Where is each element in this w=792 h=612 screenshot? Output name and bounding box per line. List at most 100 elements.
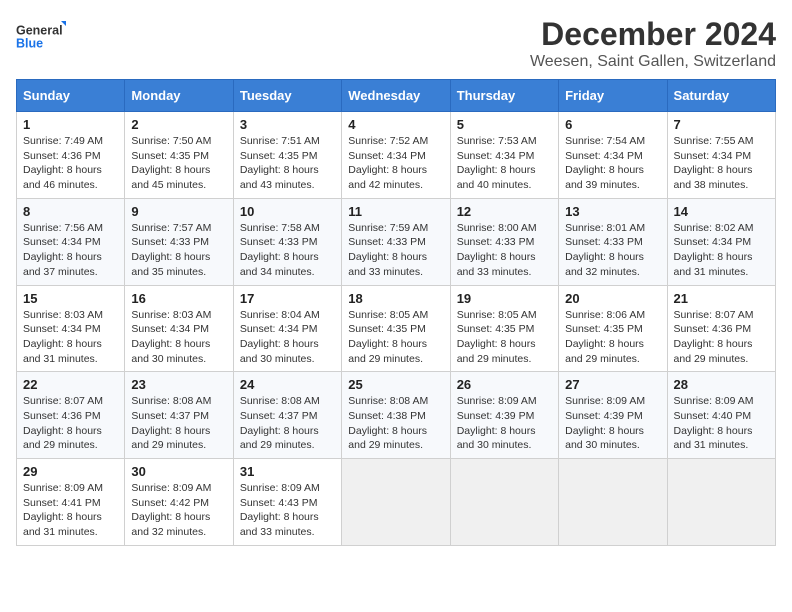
day-info: Sunrise: 7:51 AM Sunset: 4:35 PM Dayligh… [240, 134, 335, 193]
calendar-cell: 5 Sunrise: 7:53 AM Sunset: 4:34 PM Dayli… [450, 112, 558, 199]
day-info: Sunrise: 8:03 AM Sunset: 4:34 PM Dayligh… [131, 308, 226, 367]
day-number: 19 [457, 291, 552, 306]
day-info: Sunrise: 7:53 AM Sunset: 4:34 PM Dayligh… [457, 134, 552, 193]
day-number: 14 [674, 204, 769, 219]
calendar-cell: 21 Sunrise: 8:07 AM Sunset: 4:36 PM Dayl… [667, 285, 775, 372]
calendar-cell: 30 Sunrise: 8:09 AM Sunset: 4:42 PM Dayl… [125, 459, 233, 546]
day-info: Sunrise: 8:09 AM Sunset: 4:42 PM Dayligh… [131, 481, 226, 540]
calendar-cell: 26 Sunrise: 8:09 AM Sunset: 4:39 PM Dayl… [450, 372, 558, 459]
day-number: 2 [131, 117, 226, 132]
day-number: 29 [23, 464, 118, 479]
header: General Blue December 2024 Weesen, Saint… [16, 16, 776, 71]
day-info: Sunrise: 8:03 AM Sunset: 4:34 PM Dayligh… [23, 308, 118, 367]
calendar-cell: 12 Sunrise: 8:00 AM Sunset: 4:33 PM Dayl… [450, 198, 558, 285]
day-number: 7 [674, 117, 769, 132]
calendar-cell: 2 Sunrise: 7:50 AM Sunset: 4:35 PM Dayli… [125, 112, 233, 199]
main-title: December 2024 [530, 16, 776, 53]
day-info: Sunrise: 8:09 AM Sunset: 4:41 PM Dayligh… [23, 481, 118, 540]
day-number: 28 [674, 377, 769, 392]
day-number: 4 [348, 117, 443, 132]
day-info: Sunrise: 7:50 AM Sunset: 4:35 PM Dayligh… [131, 134, 226, 193]
day-info: Sunrise: 8:01 AM Sunset: 4:33 PM Dayligh… [565, 221, 660, 280]
day-number: 25 [348, 377, 443, 392]
svg-text:General: General [16, 23, 63, 37]
calendar-cell: 7 Sunrise: 7:55 AM Sunset: 4:34 PM Dayli… [667, 112, 775, 199]
day-number: 9 [131, 204, 226, 219]
day-header-wednesday: Wednesday [342, 80, 450, 112]
day-info: Sunrise: 8:07 AM Sunset: 4:36 PM Dayligh… [23, 394, 118, 453]
day-number: 11 [348, 204, 443, 219]
day-number: 17 [240, 291, 335, 306]
day-info: Sunrise: 8:09 AM Sunset: 4:39 PM Dayligh… [565, 394, 660, 453]
day-number: 12 [457, 204, 552, 219]
day-number: 3 [240, 117, 335, 132]
day-number: 20 [565, 291, 660, 306]
day-number: 5 [457, 117, 552, 132]
day-number: 13 [565, 204, 660, 219]
subtitle: Weesen, Saint Gallen, Switzerland [530, 53, 776, 71]
calendar-cell: 3 Sunrise: 7:51 AM Sunset: 4:35 PM Dayli… [233, 112, 341, 199]
day-number: 10 [240, 204, 335, 219]
calendar-cell: 6 Sunrise: 7:54 AM Sunset: 4:34 PM Dayli… [559, 112, 667, 199]
calendar-cell: 13 Sunrise: 8:01 AM Sunset: 4:33 PM Dayl… [559, 198, 667, 285]
calendar-cell: 31 Sunrise: 8:09 AM Sunset: 4:43 PM Dayl… [233, 459, 341, 546]
calendar-cell: 11 Sunrise: 7:59 AM Sunset: 4:33 PM Dayl… [342, 198, 450, 285]
day-info: Sunrise: 8:05 AM Sunset: 4:35 PM Dayligh… [457, 308, 552, 367]
week-row-4: 22 Sunrise: 8:07 AM Sunset: 4:36 PM Dayl… [17, 372, 776, 459]
calendar-cell: 23 Sunrise: 8:08 AM Sunset: 4:37 PM Dayl… [125, 372, 233, 459]
day-number: 16 [131, 291, 226, 306]
calendar-cell: 15 Sunrise: 8:03 AM Sunset: 4:34 PM Dayl… [17, 285, 125, 372]
day-number: 27 [565, 377, 660, 392]
day-info: Sunrise: 7:49 AM Sunset: 4:36 PM Dayligh… [23, 134, 118, 193]
calendar-cell: 28 Sunrise: 8:09 AM Sunset: 4:40 PM Dayl… [667, 372, 775, 459]
day-info: Sunrise: 8:04 AM Sunset: 4:34 PM Dayligh… [240, 308, 335, 367]
day-number: 6 [565, 117, 660, 132]
calendar-cell [342, 459, 450, 546]
calendar-cell: 18 Sunrise: 8:05 AM Sunset: 4:35 PM Dayl… [342, 285, 450, 372]
day-header-row: SundayMondayTuesdayWednesdayThursdayFrid… [17, 80, 776, 112]
day-number: 21 [674, 291, 769, 306]
day-info: Sunrise: 8:07 AM Sunset: 4:36 PM Dayligh… [674, 308, 769, 367]
day-header-sunday: Sunday [17, 80, 125, 112]
day-header-tuesday: Tuesday [233, 80, 341, 112]
title-area: December 2024 Weesen, Saint Gallen, Swit… [530, 16, 776, 71]
calendar-cell: 25 Sunrise: 8:08 AM Sunset: 4:38 PM Dayl… [342, 372, 450, 459]
day-header-monday: Monday [125, 80, 233, 112]
calendar-cell: 4 Sunrise: 7:52 AM Sunset: 4:34 PM Dayli… [342, 112, 450, 199]
day-info: Sunrise: 8:09 AM Sunset: 4:40 PM Dayligh… [674, 394, 769, 453]
week-row-3: 15 Sunrise: 8:03 AM Sunset: 4:34 PM Dayl… [17, 285, 776, 372]
day-info: Sunrise: 8:02 AM Sunset: 4:34 PM Dayligh… [674, 221, 769, 280]
calendar-cell: 9 Sunrise: 7:57 AM Sunset: 4:33 PM Dayli… [125, 198, 233, 285]
day-number: 24 [240, 377, 335, 392]
week-row-1: 1 Sunrise: 7:49 AM Sunset: 4:36 PM Dayli… [17, 112, 776, 199]
calendar-cell: 19 Sunrise: 8:05 AM Sunset: 4:35 PM Dayl… [450, 285, 558, 372]
day-info: Sunrise: 8:08 AM Sunset: 4:37 PM Dayligh… [240, 394, 335, 453]
logo: General Blue [16, 16, 66, 56]
day-info: Sunrise: 8:08 AM Sunset: 4:37 PM Dayligh… [131, 394, 226, 453]
day-info: Sunrise: 7:59 AM Sunset: 4:33 PM Dayligh… [348, 221, 443, 280]
day-header-saturday: Saturday [667, 80, 775, 112]
day-info: Sunrise: 8:08 AM Sunset: 4:38 PM Dayligh… [348, 394, 443, 453]
day-number: 8 [23, 204, 118, 219]
day-info: Sunrise: 7:55 AM Sunset: 4:34 PM Dayligh… [674, 134, 769, 193]
logo-svg: General Blue [16, 16, 66, 56]
day-info: Sunrise: 7:58 AM Sunset: 4:33 PM Dayligh… [240, 221, 335, 280]
day-info: Sunrise: 8:06 AM Sunset: 4:35 PM Dayligh… [565, 308, 660, 367]
day-number: 26 [457, 377, 552, 392]
calendar-cell: 27 Sunrise: 8:09 AM Sunset: 4:39 PM Dayl… [559, 372, 667, 459]
calendar-cell: 24 Sunrise: 8:08 AM Sunset: 4:37 PM Dayl… [233, 372, 341, 459]
calendar-cell: 16 Sunrise: 8:03 AM Sunset: 4:34 PM Dayl… [125, 285, 233, 372]
day-info: Sunrise: 8:09 AM Sunset: 4:43 PM Dayligh… [240, 481, 335, 540]
calendar-cell [559, 459, 667, 546]
day-number: 23 [131, 377, 226, 392]
calendar-cell: 17 Sunrise: 8:04 AM Sunset: 4:34 PM Dayl… [233, 285, 341, 372]
day-number: 22 [23, 377, 118, 392]
day-info: Sunrise: 8:00 AM Sunset: 4:33 PM Dayligh… [457, 221, 552, 280]
day-number: 18 [348, 291, 443, 306]
calendar-cell: 29 Sunrise: 8:09 AM Sunset: 4:41 PM Dayl… [17, 459, 125, 546]
calendar-cell: 14 Sunrise: 8:02 AM Sunset: 4:34 PM Dayl… [667, 198, 775, 285]
day-header-friday: Friday [559, 80, 667, 112]
day-info: Sunrise: 8:05 AM Sunset: 4:35 PM Dayligh… [348, 308, 443, 367]
day-info: Sunrise: 7:56 AM Sunset: 4:34 PM Dayligh… [23, 221, 118, 280]
day-number: 15 [23, 291, 118, 306]
